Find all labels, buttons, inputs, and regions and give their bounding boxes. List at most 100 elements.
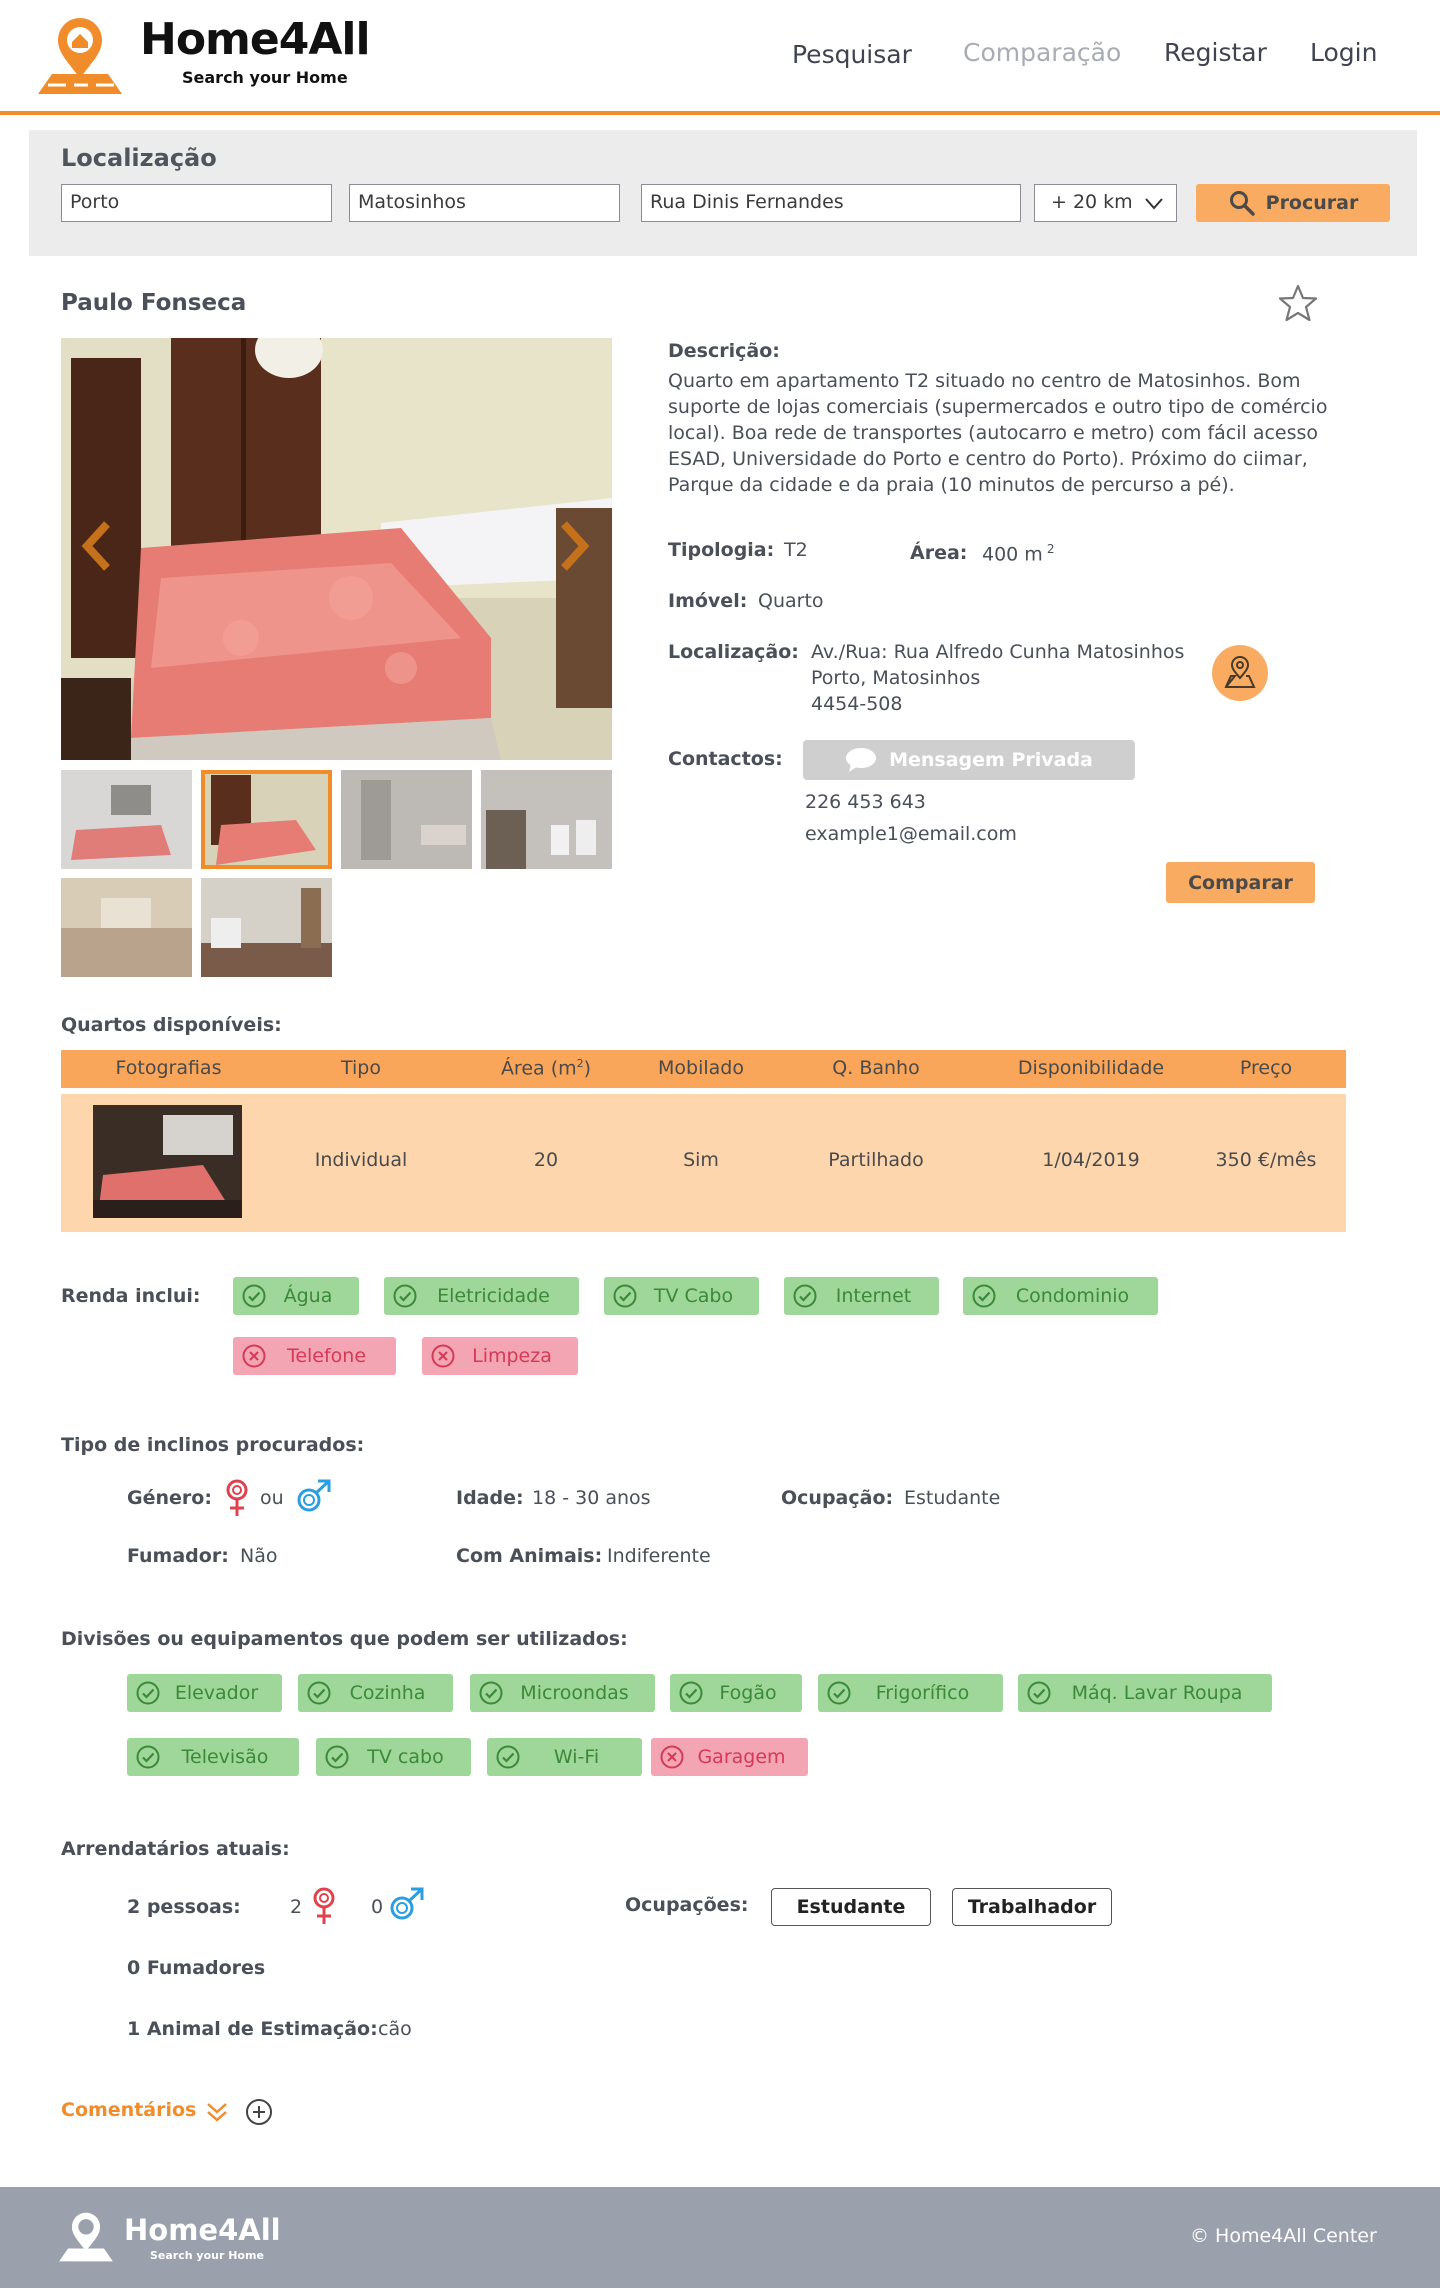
star-icon[interactable] (1278, 284, 1318, 322)
description-text: Quarto em apartamento T2 situado no cent… (668, 370, 1328, 496)
area-number: 400 m (982, 543, 1043, 566)
double-chevron-down-icon[interactable] (205, 2100, 229, 2124)
rent-includes-label: Renda inclui: (61, 1285, 201, 1307)
thumbnail-3[interactable] (341, 770, 472, 869)
occupation-tag-student: Estudante (771, 1888, 931, 1926)
email-address[interactable]: example1@email.com (805, 823, 1017, 845)
gender-or: ou (260, 1487, 284, 1509)
included-item-chip: TV cabo (316, 1738, 471, 1776)
nav-register[interactable]: Registar (1164, 38, 1267, 67)
nav-login[interactable]: Login (1310, 38, 1377, 67)
home-pin-logo-icon[interactable] (30, 16, 130, 96)
district-input[interactable]: Matosinhos (349, 184, 620, 222)
comments-toggle[interactable]: Comentários (61, 2099, 196, 2121)
home-pin-logo-icon[interactable] (54, 2211, 118, 2263)
female-icon (313, 1887, 335, 1924)
included-item-chip: Internet (784, 1277, 939, 1315)
radius-select[interactable]: + 20 km (1034, 184, 1177, 222)
phone-number[interactable]: 226 453 643 (805, 791, 926, 813)
brand-tagline: Search your Home (182, 68, 348, 87)
smokers-count: 0 Fumadores (127, 1957, 266, 1979)
search-icon (1229, 191, 1255, 216)
check-circle-icon (613, 1284, 637, 1308)
header-area-exponent: 2 (576, 1057, 584, 1070)
chip-label: Elevador (174, 1682, 259, 1704)
header-availability: Disponibilidade (1017, 1057, 1165, 1079)
excluded-item-chip: Limpeza (422, 1337, 578, 1375)
female-count: 2 (290, 1896, 303, 1918)
smoker-value: Não (240, 1545, 278, 1567)
chip-label: Televisão (181, 1746, 269, 1768)
chip-label: Máq. Lavar Roupa (1071, 1682, 1243, 1704)
x-circle-icon (660, 1745, 684, 1769)
chip-label: Garagem (697, 1746, 786, 1768)
pet-value: cão (378, 2018, 412, 2040)
included-item-chip: Televisão (127, 1738, 299, 1776)
map-pin-icon (1224, 656, 1256, 688)
included-item-chip: Máq. Lavar Roupa (1018, 1674, 1272, 1712)
check-circle-icon (325, 1745, 349, 1769)
room-availability: 1/04/2019 (1042, 1149, 1140, 1171)
gallery-next-button[interactable] (556, 518, 592, 588)
check-circle-icon (136, 1745, 160, 1769)
thumbnail-5[interactable] (61, 878, 192, 977)
header-area: Área (m2) (471, 1057, 621, 1079)
thumbnail-2[interactable] (201, 770, 332, 869)
thumbnail-6[interactable] (201, 878, 332, 977)
chip-label: Condominio (1015, 1285, 1130, 1307)
included-item-chip: Fogão (670, 1674, 802, 1712)
nav-compare[interactable]: Comparação (963, 38, 1121, 67)
chip-label: Eletricidade (437, 1285, 550, 1307)
included-item-chip: Eletricidade (384, 1277, 579, 1315)
search-panel: Localização Porto Matosinhos Rua Dinis F… (29, 130, 1417, 256)
rooms-title: Quartos disponíveis: (61, 1014, 282, 1036)
tenant-profile-title: Tipo de inclinos procurados: (61, 1434, 365, 1456)
room-photo[interactable] (93, 1105, 242, 1218)
age-value: 18 - 30 anos (532, 1487, 651, 1509)
typology-label: Tipologia: (668, 539, 775, 561)
private-message-label: Mensagem Privada (889, 749, 1093, 771)
check-circle-icon (793, 1284, 817, 1308)
thumbnail-4[interactable] (481, 770, 612, 869)
included-item-chip: Cozinha (298, 1674, 453, 1712)
chip-label: Cozinha (349, 1682, 426, 1704)
occupation-value: Estudante (904, 1487, 1001, 1509)
brand-name[interactable]: Home4All (140, 14, 371, 65)
area-value: 400 m2 (982, 542, 1054, 565)
chip-label: Wi-Fi (553, 1746, 600, 1768)
equipment-title: Divisões ou equipamentos que podem ser u… (61, 1628, 628, 1650)
map-button[interactable] (1212, 645, 1268, 701)
owner-name: Paulo Fonseca (61, 290, 247, 316)
age-label: Idade: (456, 1487, 524, 1509)
table-row[interactable]: Individual 20 Sim Partilhado 1/04/2019 3… (61, 1094, 1346, 1232)
included-item-chip: Elevador (127, 1674, 282, 1712)
room-bathroom: Partilhado (828, 1149, 924, 1171)
chevron-right-icon (561, 521, 590, 571)
chevron-down-icon (1145, 198, 1163, 210)
address-line-3: 4454-508 (811, 693, 903, 715)
chip-label: TV cabo (367, 1746, 444, 1768)
room-area: 20 (533, 1149, 559, 1171)
area-unit-exponent: 2 (1046, 542, 1055, 556)
property-value: Quarto (758, 590, 824, 612)
city-input[interactable]: Porto (61, 184, 332, 222)
header-area-close: ) (583, 1057, 592, 1080)
footer-brand-name[interactable]: Home4All (124, 2213, 281, 2247)
thumbnail-1[interactable] (61, 770, 192, 869)
contacts-label: Contactos: (668, 748, 783, 770)
add-comment-icon[interactable] (244, 2097, 274, 2127)
check-circle-icon (307, 1681, 331, 1705)
street-input[interactable]: Rua Dinis Fernandes (641, 184, 1021, 222)
smoker-label: Fumador: (127, 1545, 229, 1567)
gallery-prev-button[interactable] (79, 518, 115, 588)
included-item-chip: Água (233, 1277, 359, 1315)
room-furnished: Sim (683, 1149, 719, 1171)
search-button[interactable]: Procurar (1196, 184, 1390, 222)
private-message-button[interactable]: Mensagem Privada (803, 740, 1135, 780)
check-circle-icon (679, 1681, 703, 1705)
nav-search[interactable]: Pesquisar (792, 40, 912, 69)
check-circle-icon (827, 1681, 851, 1705)
site-header: Home4All Search your Home Pesquisar Comp… (0, 0, 1440, 115)
compare-button[interactable]: Comparar (1166, 862, 1315, 903)
x-circle-icon (242, 1344, 266, 1368)
